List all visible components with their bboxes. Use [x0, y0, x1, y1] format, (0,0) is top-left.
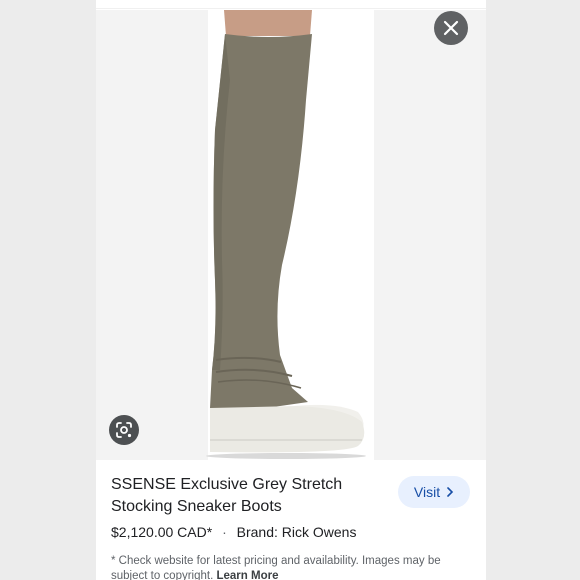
learn-more-link[interactable]: Learn More	[216, 570, 278, 580]
product-info: SSENSE Exclusive Grey Stretch Stocking S…	[96, 460, 486, 580]
product-image[interactable]	[96, 10, 486, 460]
brand: Brand: Rick Owens	[236, 524, 357, 540]
product-image-area[interactable]	[96, 10, 486, 460]
close-button[interactable]	[434, 11, 468, 45]
top-strip	[96, 0, 486, 9]
background-right	[486, 0, 580, 580]
product-title[interactable]: SSENSE Exclusive Grey Stretch Stocking S…	[111, 474, 381, 518]
disclaimer: * Check website for latest pricing and a…	[111, 554, 476, 580]
product-card: SSENSE Exclusive Grey Stretch Stocking S…	[96, 0, 486, 580]
google-lens-button[interactable]	[109, 415, 139, 445]
google-lens-icon	[116, 422, 132, 438]
separator-dot: ·	[222, 524, 227, 540]
visit-label: Visit	[413, 484, 441, 500]
visit-button[interactable]: Visit	[398, 476, 470, 508]
close-icon	[443, 20, 459, 36]
price-row: $2,120.00 CAD* · Brand: Rick Owens	[111, 524, 356, 540]
price: $2,120.00 CAD*	[111, 524, 213, 540]
background-left	[0, 0, 96, 580]
chevron-right-icon	[447, 487, 454, 497]
